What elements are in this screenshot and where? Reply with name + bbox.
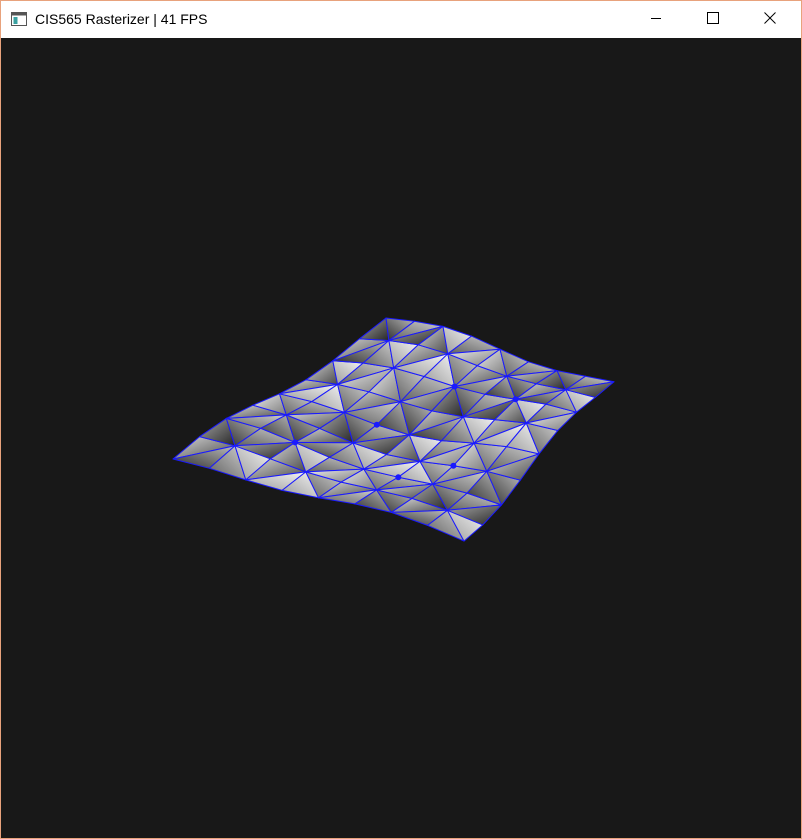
mesh-vertex-hub: [512, 396, 519, 403]
maximize-icon: [707, 11, 719, 29]
mesh-triangle: [305, 360, 339, 385]
minimize-icon: [650, 11, 662, 29]
minimize-button[interactable]: [633, 1, 679, 38]
close-icon: [764, 11, 776, 29]
window-title: CIS565 Rasterizer | 41 FPS: [35, 11, 208, 27]
app-window-icon: [11, 12, 27, 26]
close-button[interactable]: [747, 1, 793, 38]
app-window: CIS565 Rasterizer | 41 FPS: [0, 0, 802, 839]
mesh-vertex-hub: [451, 383, 458, 390]
render-viewport[interactable]: [1, 38, 801, 838]
mesh-vertex-hub: [292, 439, 299, 446]
title-bar[interactable]: CIS565 Rasterizer | 41 FPS: [1, 1, 801, 38]
maximize-button[interactable]: [690, 1, 736, 38]
mesh-vertex-hub: [373, 421, 380, 428]
rendered-mesh: [172, 317, 615, 542]
mesh-surface: [172, 317, 615, 542]
mesh-triangle: [358, 317, 390, 341]
mesh-vertex-hub: [450, 462, 457, 469]
mesh-vertex-hub: [395, 474, 402, 481]
